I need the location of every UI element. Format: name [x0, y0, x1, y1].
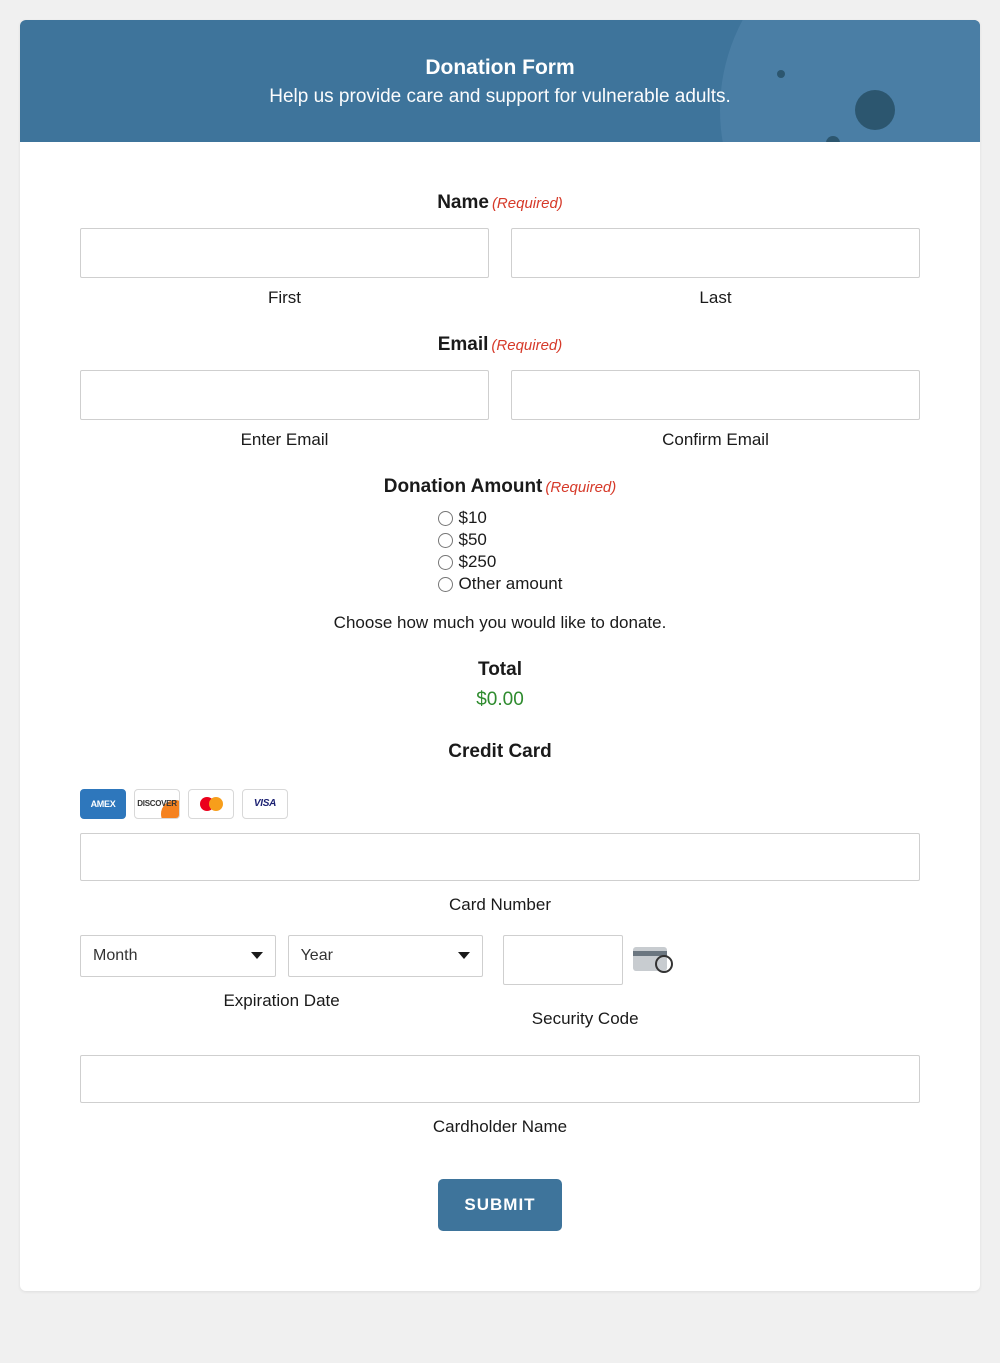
enter-email-sublabel: Enter Email [80, 430, 489, 450]
donation-option-label: $250 [459, 552, 497, 572]
exp-month-value: Month [93, 947, 137, 965]
donation-amount-label: Donation Amount [384, 476, 543, 498]
form-header: Donation Form Help us provide care and s… [20, 20, 980, 142]
donation-option-250[interactable]: $250 [438, 552, 563, 572]
first-name-input[interactable] [80, 228, 489, 278]
card-number-label: Card Number [80, 895, 920, 915]
mastercard-icon [188, 789, 234, 819]
donation-radio-other[interactable] [438, 577, 453, 592]
first-name-sublabel: First [80, 288, 489, 308]
donation-option-50[interactable]: $50 [438, 530, 563, 550]
exp-month-select[interactable]: Month [80, 935, 276, 977]
card-number-input[interactable] [80, 833, 920, 881]
donation-amount-group: Donation Amount(Required) $10 $50 $250 [80, 476, 920, 763]
exp-year-value: Year [301, 947, 333, 965]
donation-radio-50[interactable] [438, 533, 453, 548]
enter-email-input[interactable] [80, 370, 489, 420]
security-code-icon [633, 947, 667, 971]
discover-icon: DISCOVER [134, 789, 180, 819]
email-label: Email [438, 334, 489, 356]
donation-option-label: $50 [459, 530, 487, 550]
required-indicator: (Required) [491, 337, 562, 354]
donation-option-label: Other amount [459, 574, 563, 594]
donation-option-10[interactable]: $10 [438, 508, 563, 528]
form-title: Donation Form [40, 56, 960, 80]
donation-option-label: $10 [459, 508, 487, 528]
last-name-input[interactable] [511, 228, 920, 278]
cardholder-name-label: Cardholder Name [80, 1117, 920, 1137]
header-decor-dot [826, 136, 840, 142]
form-subtitle: Help us provide care and support for vul… [40, 86, 960, 108]
last-name-sublabel: Last [511, 288, 920, 308]
form-body: Name(Required) First Last Email(Required… [20, 142, 980, 1231]
donation-form-card: Donation Form Help us provide care and s… [20, 20, 980, 1291]
security-code-input[interactable] [503, 935, 623, 985]
email-group: Email(Required) Enter Email Confirm Emai… [80, 334, 920, 450]
credit-card-section: AMEX DISCOVER VISA Card Number Month Yea… [80, 789, 920, 1137]
cardholder-name-input[interactable] [80, 1055, 920, 1103]
card-brand-icons: AMEX DISCOVER VISA [80, 789, 920, 819]
visa-icon: VISA [242, 789, 288, 819]
required-indicator: (Required) [492, 195, 563, 212]
total-value: $0.00 [80, 689, 920, 711]
submit-button[interactable]: SUBMIT [438, 1179, 561, 1231]
expiration-date-label: Expiration Date [80, 991, 483, 1011]
donation-option-other[interactable]: Other amount [438, 574, 563, 594]
credit-card-label: Credit Card [80, 741, 920, 763]
required-indicator: (Required) [545, 479, 616, 496]
name-label: Name [437, 192, 489, 214]
name-group: Name(Required) First Last [80, 192, 920, 308]
donation-radio-250[interactable] [438, 555, 453, 570]
security-code-label: Security Code [503, 1009, 667, 1029]
confirm-email-sublabel: Confirm Email [511, 430, 920, 450]
total-label: Total [80, 659, 920, 681]
donation-options: $10 $50 $250 Other amount [438, 508, 563, 596]
exp-year-select[interactable]: Year [288, 935, 484, 977]
donation-helper-text: Choose how much you would like to donate… [80, 613, 920, 633]
donation-radio-10[interactable] [438, 511, 453, 526]
confirm-email-input[interactable] [511, 370, 920, 420]
amex-icon: AMEX [80, 789, 126, 819]
